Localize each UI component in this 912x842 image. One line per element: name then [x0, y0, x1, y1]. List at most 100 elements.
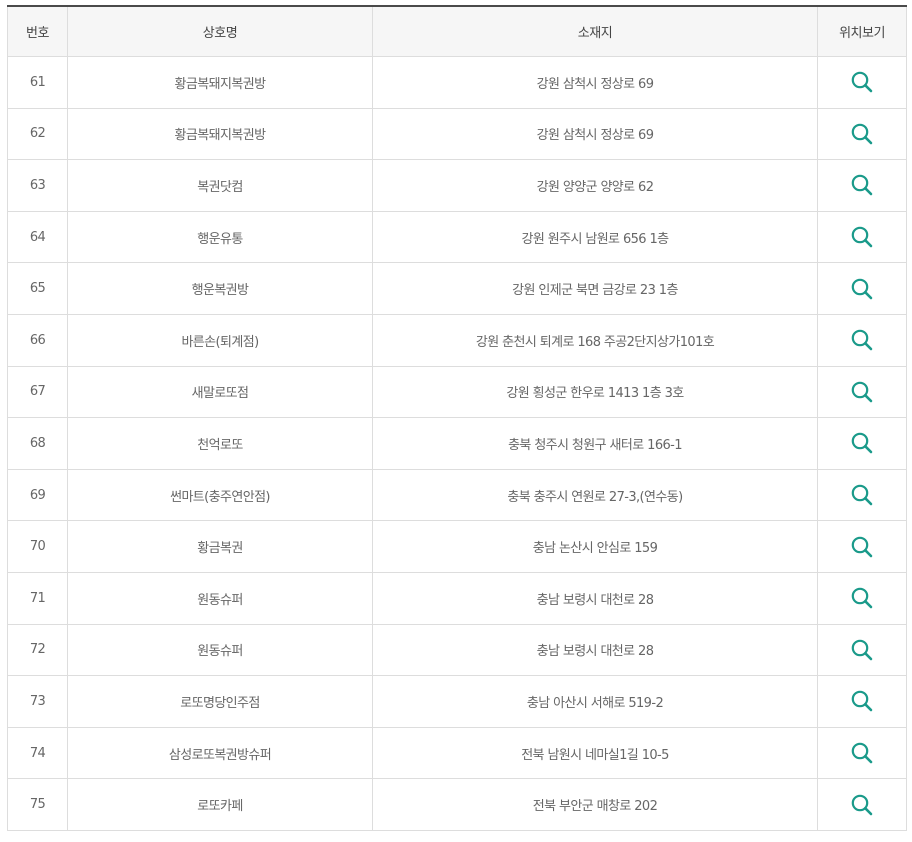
table-header: 번호 상호명 소재지 위치보기	[7, 6, 907, 57]
header-number: 번호	[7, 6, 68, 57]
row-number: 69	[7, 469, 68, 522]
row-address: 강원 삼척시 정상로 69	[372, 108, 818, 161]
view-location-button[interactable]	[849, 792, 875, 818]
header-store-name: 상호명	[67, 6, 373, 57]
table-row: 65 행운복권방 강원 인제군 북면 금강로 23 1층	[7, 262, 907, 315]
row-view-location	[817, 211, 907, 264]
row-number: 61	[7, 56, 68, 109]
row-address: 충남 아산시 서해로 519-2	[372, 675, 818, 728]
table-row: 74 삼성로또복권방슈퍼 전북 남원시 네마실1길 10-5	[7, 727, 907, 780]
view-location-button[interactable]	[849, 327, 875, 353]
row-store-name: 황금복돼지복권방	[67, 56, 373, 109]
row-address: 전북 부안군 매창로 202	[372, 778, 818, 831]
row-view-location	[817, 469, 907, 522]
view-location-button[interactable]	[849, 585, 875, 611]
row-number: 66	[7, 314, 68, 367]
view-location-button[interactable]	[849, 121, 875, 147]
magnifier-search-icon	[851, 381, 873, 403]
row-store-name: 새말로또점	[67, 366, 373, 419]
magnifier-search-icon	[851, 329, 873, 351]
row-store-name: 황금복권	[67, 520, 373, 573]
view-location-button[interactable]	[849, 224, 875, 250]
row-address: 충북 청주시 청원구 새터로 166-1	[372, 417, 818, 470]
row-view-location	[817, 159, 907, 212]
view-location-button[interactable]	[849, 172, 875, 198]
view-location-button[interactable]	[849, 276, 875, 302]
row-number: 64	[7, 211, 68, 264]
row-store-name: 복권닷컴	[67, 159, 373, 212]
row-number: 72	[7, 624, 68, 677]
row-address: 충북 충주시 연원로 27-3,(연수동)	[372, 469, 818, 522]
header-address: 소재지	[372, 6, 818, 57]
row-view-location	[817, 675, 907, 728]
row-address: 강원 원주시 남원로 656 1층	[372, 211, 818, 264]
row-number: 63	[7, 159, 68, 212]
table-row: 73 로또명당인주점 충남 아산시 서해로 519-2	[7, 675, 907, 728]
row-number: 73	[7, 675, 68, 728]
row-view-location	[817, 366, 907, 419]
magnifier-search-icon	[851, 691, 873, 712]
row-store-name: 삼성로또복권방슈퍼	[67, 727, 373, 780]
magnifier-search-icon	[851, 484, 873, 506]
row-store-name: 황금복돼지복권방	[67, 108, 373, 161]
store-list-table: 번호 상호명 소재지 위치보기 61 황금복돼지복권방 강원 삼척시 정상로 69 6…	[7, 5, 907, 831]
table-row: 63 복권닷컴 강원 양양군 양양로 62	[7, 159, 907, 212]
row-view-location	[817, 417, 907, 470]
row-number: 67	[7, 366, 68, 419]
table-header-row: 번호 상호명 소재지 위치보기	[7, 6, 907, 57]
table-row: 61 황금복돼지복권방 강원 삼척시 정상로 69	[7, 56, 907, 109]
magnifier-search-icon	[851, 71, 873, 93]
row-address: 강원 양양군 양양로 62	[372, 159, 818, 212]
view-location-button[interactable]	[849, 482, 875, 508]
row-store-name: 원동슈퍼	[67, 624, 373, 677]
view-location-button[interactable]	[849, 637, 875, 663]
row-store-name: 원동슈퍼	[67, 572, 373, 625]
view-location-button[interactable]	[849, 688, 875, 714]
row-store-name: 행운유통	[67, 211, 373, 264]
row-number: 74	[7, 727, 68, 780]
magnifier-search-icon	[851, 742, 873, 764]
row-view-location	[817, 572, 907, 625]
row-address: 강원 인제군 북면 금강로 23 1층	[372, 262, 818, 315]
row-store-name: 썬마트(충주연안점)	[67, 469, 373, 522]
table-row: 62 황금복돼지복권방 강원 삼척시 정상로 69	[7, 108, 907, 161]
view-location-button[interactable]	[849, 379, 875, 405]
row-address: 충남 논산시 안심로 159	[372, 520, 818, 573]
row-number: 71	[7, 572, 68, 625]
table-row: 71 원동슈퍼 충남 보령시 대천로 28	[7, 572, 907, 625]
row-store-name: 바른손(퇴계점)	[67, 314, 373, 367]
magnifier-search-icon	[851, 123, 873, 145]
view-location-button[interactable]	[849, 740, 875, 766]
row-view-location	[817, 262, 907, 315]
row-view-location	[817, 314, 907, 367]
row-view-location	[817, 520, 907, 573]
magnifier-search-icon	[851, 587, 873, 609]
row-number: 68	[7, 417, 68, 470]
row-address: 충남 보령시 대천로 28	[372, 624, 818, 677]
row-number: 75	[7, 778, 68, 831]
row-address: 전북 남원시 네마실1길 10-5	[372, 727, 818, 780]
view-location-button[interactable]	[849, 430, 875, 456]
magnifier-search-icon	[851, 175, 873, 196]
row-view-location	[817, 624, 907, 677]
magnifier-search-icon	[851, 226, 873, 248]
table-row: 64 행운유통 강원 원주시 남원로 656 1층	[7, 211, 907, 264]
row-address: 강원 횡성군 한우로 1413 1층 3호	[372, 366, 818, 419]
row-view-location	[817, 727, 907, 780]
row-number: 70	[7, 520, 68, 573]
table-row: 69 썬마트(충주연안점) 충북 충주시 연원로 27-3,(연수동)	[7, 469, 907, 522]
view-location-button[interactable]	[849, 534, 875, 560]
table-row: 70 황금복권 충남 논산시 안심로 159	[7, 520, 907, 573]
row-store-name: 로또명당인주점	[67, 675, 373, 728]
table-row: 75 로또카페 전북 부안군 매창로 202	[7, 778, 907, 831]
table-row: 72 원동슈퍼 충남 보령시 대천로 28	[7, 624, 907, 677]
view-location-button[interactable]	[849, 69, 875, 95]
row-store-name: 로또카페	[67, 778, 373, 831]
row-address: 충남 보령시 대천로 28	[372, 572, 818, 625]
row-store-name: 행운복권방	[67, 262, 373, 315]
magnifier-search-icon	[851, 278, 873, 299]
row-view-location	[817, 56, 907, 109]
row-store-name: 천억로또	[67, 417, 373, 470]
magnifier-search-icon	[851, 536, 873, 557]
table-body: 61 황금복돼지복권방 강원 삼척시 정상로 69 62 황금복돼지복권방 강원 삼척시 …	[7, 56, 907, 831]
